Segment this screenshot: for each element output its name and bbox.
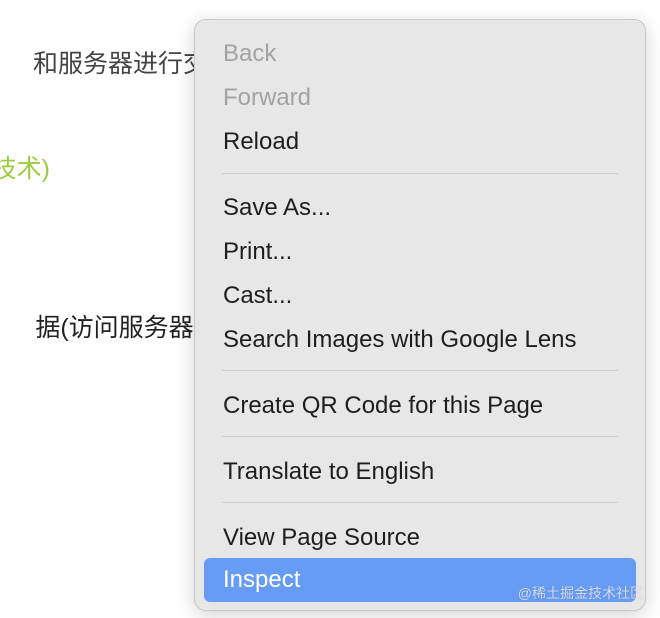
menu-item-search-google-lens[interactable]: Search Images with Google Lens	[204, 318, 636, 362]
menu-item-translate[interactable]: Translate to English	[204, 450, 636, 494]
menu-separator	[222, 502, 618, 503]
menu-separator	[222, 436, 618, 437]
menu-item-save-as[interactable]: Save As...	[204, 186, 636, 230]
menu-item-forward: Forward	[223, 84, 312, 111]
menu-item-print[interactable]: Print...	[204, 230, 636, 274]
page-text-link: 技术)	[0, 155, 50, 183]
context-menu: Back Forward Reload Save As... Print... …	[194, 19, 646, 611]
watermark: @稀土掘金技术社区	[517, 585, 644, 601]
page-text-line: 据(访问服务器)	[35, 314, 202, 342]
menu-item-back: Back	[223, 40, 277, 67]
page-text-line: 和服务器进行交	[32, 50, 208, 78]
menu-item-reload[interactable]: Reload	[204, 120, 636, 164]
menu-item-create-qr-code[interactable]: Create QR Code for this Page	[204, 384, 636, 428]
menu-item-view-page-source[interactable]: View Page Source	[204, 516, 636, 560]
menu-separator	[222, 173, 618, 174]
menu-separator	[222, 370, 618, 371]
menu-item-cast[interactable]: Cast...	[204, 274, 636, 318]
